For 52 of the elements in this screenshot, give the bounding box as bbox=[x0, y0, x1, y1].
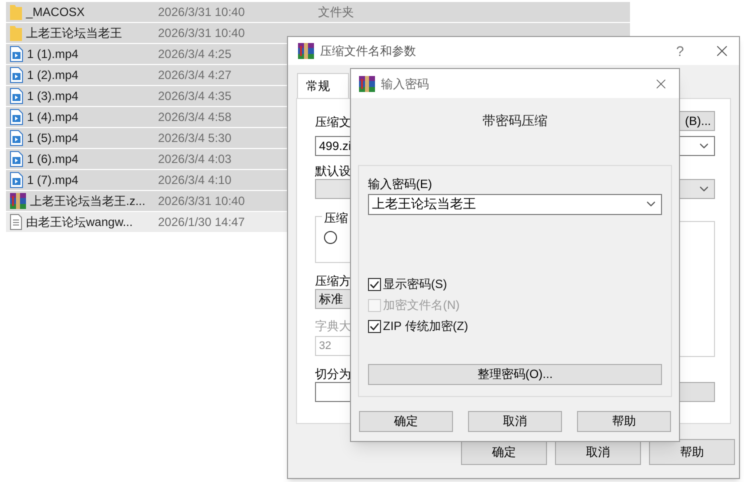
field-label: 字典大 bbox=[315, 319, 351, 334]
file-date: 2026/3/4 4:35 bbox=[158, 88, 232, 105]
organize-passwords-button[interactable]: 整理密码(O)... bbox=[368, 364, 662, 384]
help-button[interactable]: 帮助 bbox=[577, 410, 671, 432]
cancel-button[interactable]: 取消 bbox=[468, 410, 562, 432]
folder-icon bbox=[10, 4, 22, 20]
file-name: 1 (7).mp4 bbox=[27, 172, 78, 189]
checkbox[interactable] bbox=[368, 320, 381, 332]
file-name: 1 (4).mp4 bbox=[27, 109, 78, 126]
checkbox[interactable] bbox=[368, 278, 381, 290]
field-label: 切分为 bbox=[315, 367, 351, 382]
file-date: 2026/3/4 4:10 bbox=[158, 172, 232, 189]
file-name: 1 (3).mp4 bbox=[27, 88, 78, 105]
help-button[interactable]: 帮助 bbox=[649, 439, 735, 465]
password-field[interactable]: 上老王论坛当老王 bbox=[368, 194, 662, 214]
file-name: 1 (6).mp4 bbox=[27, 151, 78, 168]
checkbox-label: 显示密码(S) bbox=[383, 276, 447, 293]
file-date: 2026/3/4 4:27 bbox=[158, 67, 232, 84]
field-label: 输入密码(E) bbox=[368, 176, 433, 192]
file-date: 2026/3/4 5:30 bbox=[158, 130, 232, 147]
file-name: 上老王论坛当老王 bbox=[26, 25, 122, 42]
window-title: 压缩文件名和参数 bbox=[320, 43, 417, 60]
file-name: 1 (5).mp4 bbox=[27, 130, 78, 147]
field-label: 压缩方 bbox=[315, 274, 351, 289]
file-name: 1 (2).mp4 bbox=[27, 67, 78, 84]
window-title: 输入密码 bbox=[381, 76, 430, 92]
file-type: 文件夹 bbox=[318, 4, 354, 21]
file-date: 2026/3/31 10:40 bbox=[158, 4, 245, 21]
help-title-button[interactable]: ? bbox=[665, 40, 695, 62]
file-name: 1 (1).mp4 bbox=[27, 46, 78, 63]
archive-icon bbox=[298, 43, 314, 59]
field-label: 压缩文 bbox=[315, 114, 351, 131]
dialog-heading: 带密码压缩 bbox=[482, 112, 548, 130]
file-name: 上老王论坛当老王.z... bbox=[30, 193, 146, 210]
file-name: 由老王论坛wangw... bbox=[26, 214, 133, 231]
folder-icon bbox=[10, 25, 22, 41]
checkbox-label: ZIP 传统加密(Z) bbox=[383, 318, 468, 335]
file-row[interactable]: _MACOSX 2026/3/31 10:40 文件夹 bbox=[6, 2, 630, 23]
ok-button[interactable]: 确定 bbox=[359, 410, 453, 432]
file-name: _MACOSX bbox=[26, 4, 85, 21]
checkbox-label: 加密文件名(N) bbox=[383, 297, 460, 314]
file-date: 2026/1/30 14:47 bbox=[158, 214, 245, 231]
file-date: 2026/3/31 10:40 bbox=[158, 193, 245, 210]
radio-button[interactable] bbox=[324, 231, 337, 244]
file-date: 2026/3/4 4:25 bbox=[158, 46, 232, 63]
tab[interactable]: 常规 bbox=[297, 73, 349, 98]
archive-icon bbox=[359, 76, 375, 92]
file-date: 2026/3/4 4:03 bbox=[158, 151, 232, 168]
archive-icon bbox=[10, 193, 26, 209]
file-date: 2026/3/31 10:40 bbox=[158, 25, 245, 42]
file-date: 2026/3/4 4:58 bbox=[158, 109, 232, 126]
field-label: 默认设 bbox=[315, 164, 351, 179]
